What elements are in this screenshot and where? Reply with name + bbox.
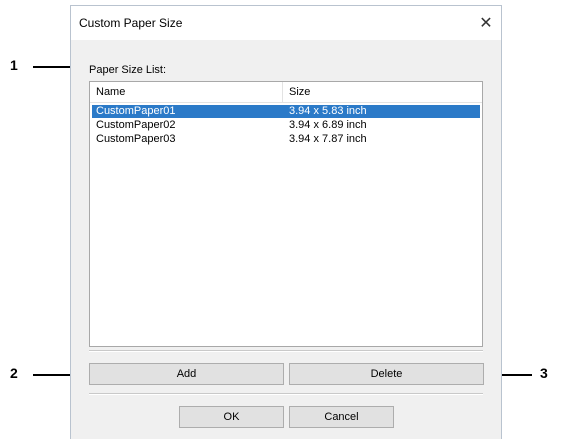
list-row[interactable]: CustomPaper01 3.94 x 5.83 inch: [92, 105, 480, 118]
add-button[interactable]: Add: [89, 363, 284, 385]
close-icon[interactable]: ✕: [477, 14, 495, 32]
row-name: CustomPaper03: [96, 133, 176, 145]
paper-size-list-label: Paper Size List:: [89, 64, 167, 76]
paper-size-list[interactable]: Name Size CustomPaper01 3.94 x 5.83 inch…: [89, 81, 483, 347]
cancel-button[interactable]: Cancel: [289, 406, 394, 428]
callout-3: 3: [540, 365, 548, 381]
row-name: CustomPaper02: [96, 119, 176, 131]
custom-paper-size-dialog: Custom Paper Size ✕ Paper Size List: Nam…: [70, 5, 502, 439]
row-size: 3.94 x 5.83 inch: [289, 105, 367, 117]
row-size: 3.94 x 6.89 inch: [289, 119, 367, 131]
list-header: Name Size: [90, 82, 482, 103]
title-bar: Custom Paper Size ✕: [71, 6, 501, 40]
callout-2: 2: [10, 365, 18, 381]
row-name: CustomPaper01: [96, 105, 176, 117]
callout-1: 1: [10, 57, 18, 73]
list-row[interactable]: CustomPaper02 3.94 x 6.89 inch: [92, 119, 480, 132]
dialog-title: Custom Paper Size: [79, 16, 183, 30]
column-header-size[interactable]: Size: [283, 82, 482, 102]
list-row[interactable]: CustomPaper03 3.94 x 7.87 inch: [92, 133, 480, 146]
column-header-name[interactable]: Name: [90, 82, 283, 102]
separator-top: [89, 350, 483, 352]
delete-button[interactable]: Delete: [289, 363, 484, 385]
row-size: 3.94 x 7.87 inch: [289, 133, 367, 145]
separator-bottom: [89, 393, 483, 395]
ok-button[interactable]: OK: [179, 406, 284, 428]
